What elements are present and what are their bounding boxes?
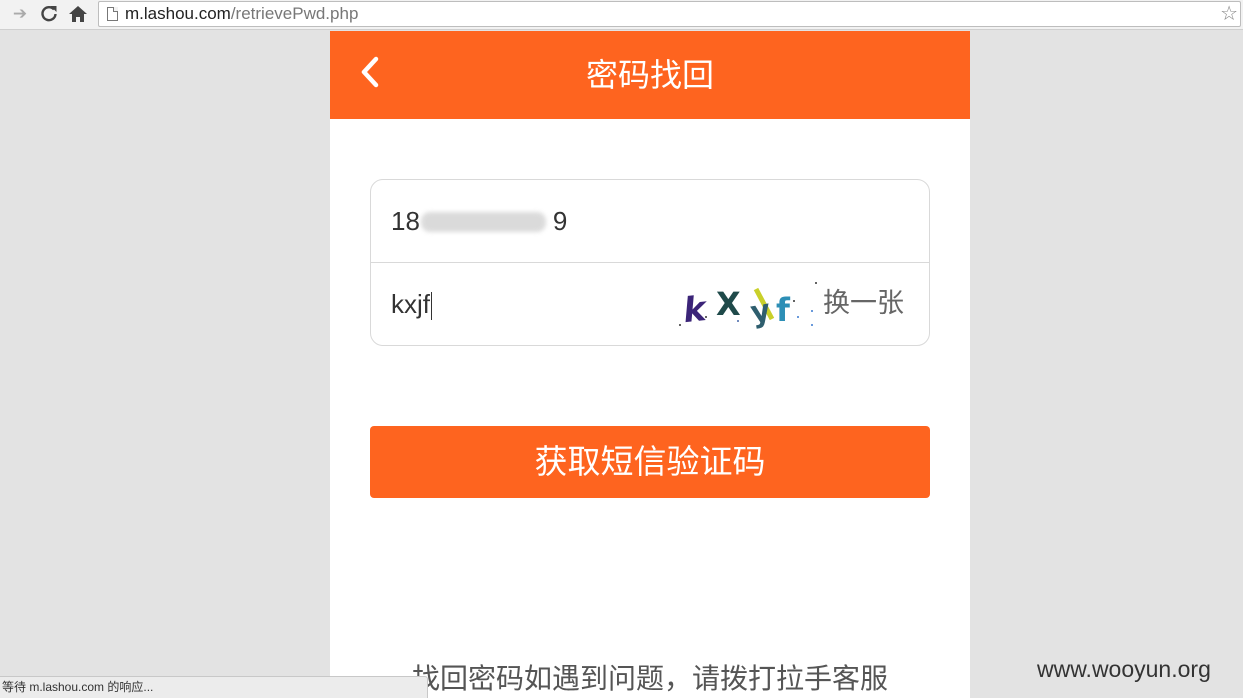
captcha-input[interactable]: kxjf <box>391 263 691 345</box>
refresh-captcha-link[interactable]: 换一张 <box>823 263 904 345</box>
browser-toolbar: ➔ m.lashou.com/retrievePwd.php ☆ <box>0 0 1243 30</box>
svg-text:k: k <box>681 289 710 331</box>
captcha-image[interactable]: k X y f <box>676 277 821 337</box>
mobile-page: 密码找回 18 9 kxjf k X y f 换一张 获取短信验证码 找回密码如… <box>330 31 970 698</box>
chevron-left-icon[interactable] <box>352 49 392 95</box>
page-viewport: 密码找回 18 9 kxjf k X y f 换一张 获取短信验证码 找回密码如… <box>0 31 1243 698</box>
star-icon[interactable]: ☆ <box>1220 2 1238 26</box>
url-text: m.lashou.com/retrievePwd.php <box>125 4 359 23</box>
retrieve-form: 18 9 kxjf k X y f 换一张 <box>370 179 930 346</box>
redacted-phone-digits <box>421 212 546 232</box>
svg-text:X: X <box>716 285 741 323</box>
page-title: 密码找回 <box>585 57 714 93</box>
text-cursor <box>431 292 432 321</box>
address-bar[interactable]: m.lashou.com/retrievePwd.php ☆ <box>98 1 1241 27</box>
header-bar: 密码找回 <box>330 31 970 119</box>
arrow-left-icon[interactable]: ➔ <box>9 3 31 25</box>
home-icon[interactable] <box>67 3 89 25</box>
captcha-field[interactable]: kxjf k X y f 换一张 <box>371 263 929 346</box>
page-icon <box>107 7 118 21</box>
svg-text:y: y <box>748 293 774 331</box>
status-bar: 等待 m.lashou.com 的响应... <box>0 676 428 698</box>
reload-icon[interactable] <box>38 3 60 25</box>
watermark: www.wooyun.org <box>1037 656 1211 682</box>
svg-text:f: f <box>776 291 791 329</box>
phone-field[interactable]: 18 9 <box>371 180 929 263</box>
get-sms-code-button[interactable]: 获取短信验证码 <box>370 426 930 498</box>
